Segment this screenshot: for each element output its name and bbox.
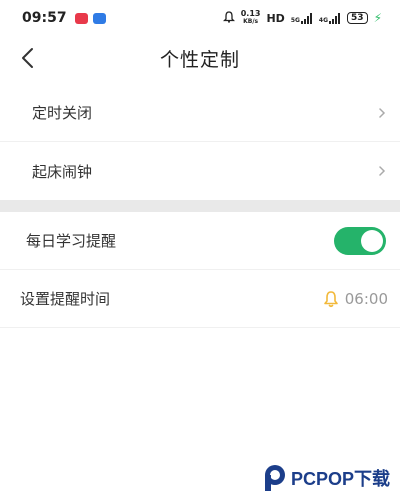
status-bar: 09:57 0.13 KB/s HD 5G 4G 53 ⚡ xyxy=(0,0,400,36)
reminder-time-value: 06:00 xyxy=(344,289,388,308)
watermark: PCPOP下载 xyxy=(263,464,390,492)
alarm-status-icon xyxy=(222,10,235,26)
toggle-knob xyxy=(361,229,383,252)
section-divider xyxy=(0,200,400,212)
daily-reminder-label: 每日学习提醒 xyxy=(26,232,117,250)
signal-label-1: 5G xyxy=(290,16,300,24)
signal-icon-1: 5G xyxy=(290,12,313,24)
alarm-row[interactable]: 起床闹钟 xyxy=(0,142,400,200)
battery-icon: 53 xyxy=(347,12,368,24)
charging-icon: ⚡ xyxy=(373,11,382,25)
status-time: 09:57 xyxy=(22,10,67,26)
timer-off-label: 定时关闭 xyxy=(32,104,93,122)
reminder-time-label: 设置提醒时间 xyxy=(20,290,111,308)
chevron-right-icon xyxy=(379,166,386,176)
daily-reminder-row: 每日学习提醒 xyxy=(0,212,400,270)
alarm-label: 起床闹钟 xyxy=(32,162,93,181)
reminder-time-row[interactable]: 设置提醒时间 06:00 xyxy=(0,270,400,328)
page-title: 个性定制 xyxy=(159,48,240,71)
watermark-text: PCPOP下载 xyxy=(290,469,390,489)
bell-icon xyxy=(323,290,338,307)
back-button[interactable] xyxy=(14,44,40,72)
blue-app-icon xyxy=(92,12,106,24)
reminder-time-display: 06:00 xyxy=(323,290,388,308)
red-app-icon xyxy=(74,12,88,24)
daily-reminder-toggle[interactable] xyxy=(334,226,386,255)
signal-icon-2: 4G xyxy=(318,12,341,24)
chevron-left-icon xyxy=(22,48,33,68)
timer-off-row[interactable]: 定时关闭 xyxy=(0,84,400,142)
battery-level: 53 xyxy=(351,13,364,23)
hd-label: HD xyxy=(266,11,285,25)
nav-bar: 个性定制 xyxy=(0,36,400,80)
pcpop-logo-icon xyxy=(264,465,285,491)
status-indicators: 0.13 KB/s HD 5G 4G 53 ⚡ xyxy=(222,10,382,26)
net-speed: 0.13 KB/s xyxy=(241,10,261,26)
net-speed-value: 0.13 xyxy=(240,9,261,18)
net-speed-unit: KB/s xyxy=(243,18,259,25)
signal-label-2: 4G xyxy=(318,16,329,24)
chevron-right-icon xyxy=(379,107,386,118)
